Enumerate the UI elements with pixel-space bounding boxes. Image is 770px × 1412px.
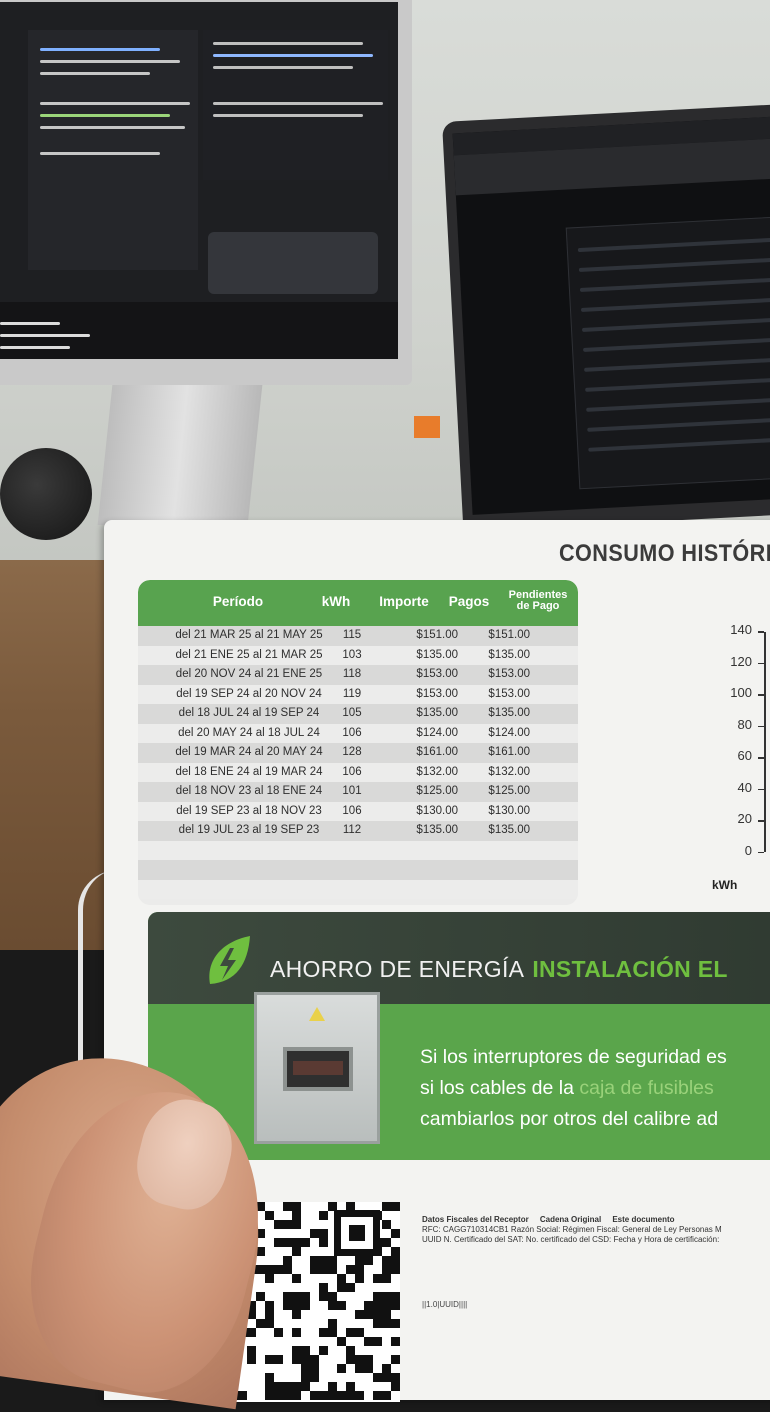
banner-title: AHORRO DE ENERGÍA INSTALACIÓN EL — [270, 956, 728, 982]
y-tick-label: 80 — [737, 716, 752, 732]
row-period: del 21 MAR 25 al 21 MAY 25 — [175, 629, 323, 641]
banner-message: Si los interruptores de seguridad es si … — [420, 1046, 727, 1130]
consumption-history-table: Período kWh Importe Pagos Pendientes de … — [138, 580, 578, 905]
row-amount: $130.00 — [416, 804, 458, 817]
table-header: Período kWh Importe Pagos Pendientes de … — [138, 580, 578, 626]
row-period: del 19 SEP 24 al 20 NOV 24 — [176, 687, 322, 700]
table-row-empty — [138, 840, 578, 860]
row-kwh: 106 — [342, 726, 362, 739]
row-amount: $125.00 — [416, 785, 458, 797]
row-amount: $135.00 — [416, 824, 458, 836]
row-amount: $153.00 — [416, 687, 458, 700]
table-row: del 19 SEP 23 al 18 NOV 23 106 $130.00 $130… — [138, 801, 578, 821]
row-kwh: 119 — [342, 687, 362, 700]
row-payment: $135.00 — [488, 824, 530, 836]
row-kwh: 105 — [342, 707, 362, 719]
table-row: del 19 JUL 23 al 19 SEP 23 112 $135.00 $135… — [138, 821, 578, 841]
table-row-empty — [138, 879, 578, 899]
row-kwh: 106 — [342, 804, 362, 817]
row-payment: $135.00 — [488, 707, 530, 719]
row-period: del 18 JUL 24 al 19 SEP 24 — [178, 707, 320, 719]
col-kwh: kWh — [321, 594, 351, 609]
monitor-stand — [97, 385, 263, 525]
row-period: del 20 NOV 24 al 21 ENE 25 — [175, 668, 323, 680]
monitor-screen — [0, 2, 398, 359]
y-tick-label: 0 — [744, 842, 752, 858]
row-payment: $153.00 — [488, 687, 530, 700]
table-row: del 19 SEP 24 al 20 NOV 24 119 $153.00 $153… — [138, 684, 578, 704]
certificate-code: ||1.0|UUID|||| — [422, 1300, 468, 1309]
y-tick-label: 140 — [730, 622, 752, 637]
row-payment: $124.00 — [488, 726, 530, 739]
row-amount: $153.00 — [416, 668, 458, 680]
table-row: del 20 MAY 24 al 18 JUL 24 106 $124.00 $124… — [138, 723, 578, 743]
y-tick-label: 120 — [730, 653, 752, 669]
leaf-bolt-icon — [209, 936, 250, 984]
section-title: CONSUMO HISTÓRI — [559, 540, 770, 567]
row-period: del 20 MAY 24 al 18 JUL 24 — [178, 726, 320, 739]
table-row: del 18 JUL 24 al 19 SEP 24 105 $135.00 $135… — [138, 704, 578, 724]
col-period: Período — [212, 594, 264, 609]
row-period: del 18 ENE 24 al 19 MAR 24 — [175, 765, 323, 778]
qr-finder-pattern — [334, 1210, 380, 1256]
row-amount: $124.00 — [416, 726, 458, 739]
y-tick-label: 60 — [737, 748, 752, 763]
row-amount: $161.00 — [416, 746, 458, 758]
row-kwh: 118 — [342, 668, 362, 680]
consumption-chart: 140 120 100 80 60 40 20 0 kWh — [704, 620, 770, 900]
table-row: del 19 MAR 24 al 20 MAY 24 128 $161.00 $161… — [138, 743, 578, 763]
row-period: del 19 JUL 23 al 19 SEP 23 — [178, 824, 320, 836]
row-payment: $125.00 — [488, 785, 530, 797]
warning-icon — [309, 1007, 325, 1021]
row-period: del 19 MAR 24 al 20 MAY 24 — [175, 746, 323, 758]
fuse-box-image — [254, 992, 380, 1144]
col-pending: Pendientes de Pago — [508, 589, 568, 612]
table-row: del 18 NOV 23 al 18 ENE 24 101 $125.00 $125… — [138, 782, 578, 802]
table-row-empty — [138, 860, 578, 880]
row-kwh: 115 — [342, 629, 362, 641]
row-kwh: 106 — [342, 765, 362, 778]
editor-pane — [28, 30, 198, 270]
row-payment: $161.00 — [488, 746, 530, 758]
laptop-screen — [452, 116, 770, 515]
table-row: del 21 ENE 25 al 21 MAR 25 103 $135.00 $135… — [138, 645, 578, 665]
terminal-pane — [0, 302, 398, 359]
row-payment: $151.00 — [488, 629, 530, 641]
row-kwh: 103 — [342, 648, 362, 661]
row-payment: $135.00 — [488, 648, 530, 661]
col-amount: Importe — [379, 594, 429, 609]
energy-saving-banner: AHORRO DE ENERGÍA INSTALACIÓN EL Si los i… — [148, 912, 770, 1160]
laptop — [442, 104, 770, 532]
y-tick-label: 20 — [737, 811, 752, 826]
chart-y-axis — [764, 632, 766, 852]
row-payment: $153.00 — [488, 668, 530, 680]
fiscal-data: Datos Fiscales del Receptor Cadena Origi… — [422, 1215, 722, 1244]
table-row: del 20 NOV 24 al 21 ENE 25 118 $153.00 $153… — [138, 665, 578, 685]
desktop-monitor — [0, 0, 412, 385]
chart-y-label: kWh — [712, 878, 738, 892]
row-payment: $130.00 — [488, 804, 530, 817]
row-kwh: 101 — [342, 785, 362, 797]
row-kwh: 112 — [342, 824, 362, 836]
row-period: del 21 ENE 25 al 21 MAR 25 — [175, 648, 323, 661]
chat-pane — [203, 30, 388, 180]
row-amount: $151.00 — [416, 629, 458, 641]
file-list-panel — [565, 216, 770, 490]
table-row: del 21 MAR 25 al 21 MAY 25 115 $151.00 $151… — [138, 626, 578, 646]
y-tick-label: 40 — [737, 779, 752, 795]
orange-object — [414, 416, 440, 438]
row-kwh: 128 — [342, 746, 362, 758]
row-amount: $135.00 — [416, 648, 458, 661]
y-tick-label: 100 — [730, 685, 752, 700]
row-amount: $135.00 — [416, 707, 458, 719]
chat-input-box — [208, 232, 378, 294]
table-row: del 18 ENE 24 al 19 MAR 24 106 $132.00 $132… — [138, 762, 578, 782]
col-payments: Pagos — [448, 594, 490, 609]
row-payment: $132.00 — [488, 765, 530, 778]
speaker — [0, 448, 92, 540]
row-period: del 19 SEP 23 al 18 NOV 23 — [176, 804, 322, 817]
row-period: del 18 NOV 23 al 18 ENE 24 — [175, 785, 323, 797]
row-amount: $132.00 — [416, 765, 458, 778]
